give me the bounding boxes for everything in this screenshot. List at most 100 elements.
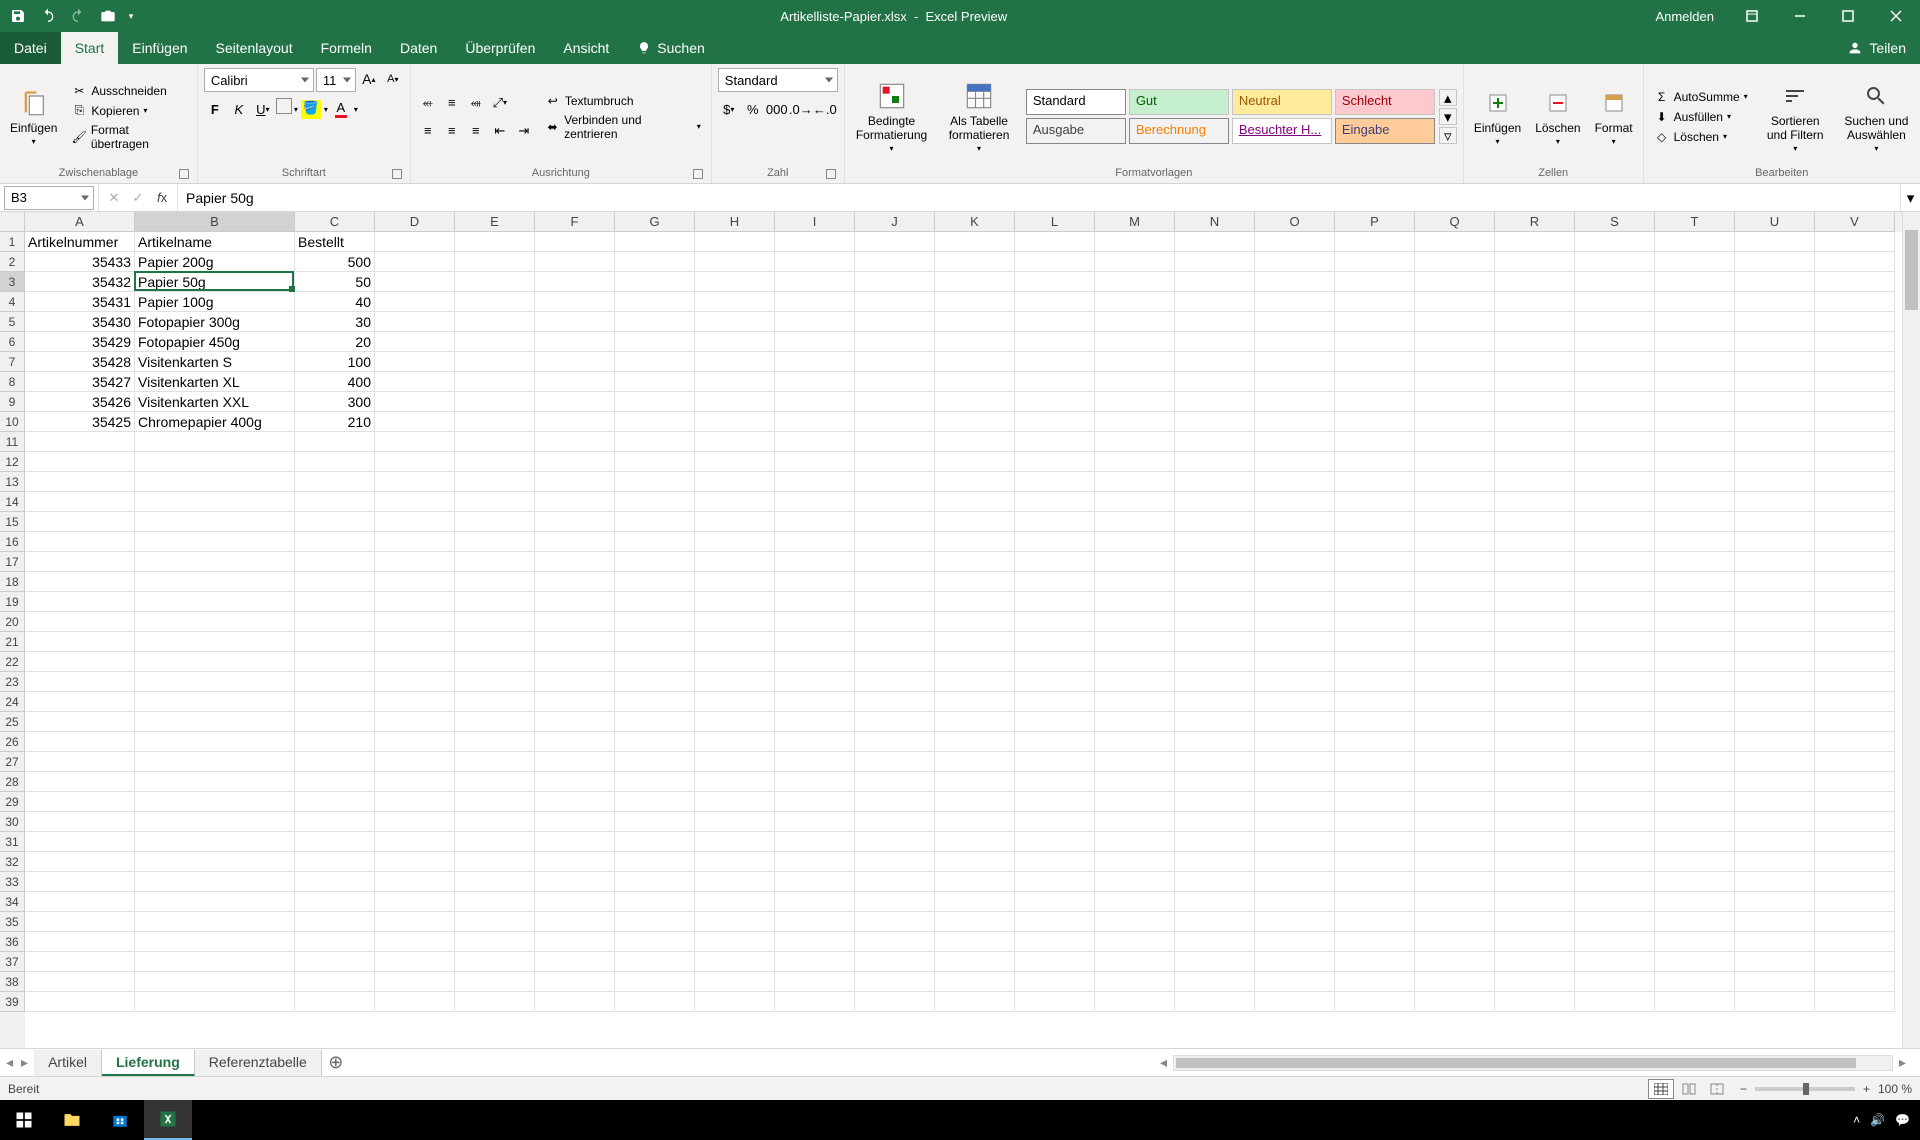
col-header-U[interactable]: U [1735, 212, 1815, 232]
cell-J35[interactable] [855, 912, 935, 932]
cell-R22[interactable] [1495, 652, 1575, 672]
cell-N30[interactable] [1175, 812, 1255, 832]
cell-S16[interactable] [1575, 532, 1655, 552]
cell-U13[interactable] [1735, 472, 1815, 492]
row-header-14[interactable]: 14 [0, 492, 25, 512]
cell-S5[interactable] [1575, 312, 1655, 332]
cell-J39[interactable] [855, 992, 935, 1012]
cell-M22[interactable] [1095, 652, 1175, 672]
cell-T29[interactable] [1655, 792, 1735, 812]
taskbar-store[interactable] [96, 1100, 144, 1140]
cell-T4[interactable] [1655, 292, 1735, 312]
cell-G3[interactable] [615, 272, 695, 292]
cell-L13[interactable] [1015, 472, 1095, 492]
cell-C19[interactable] [295, 592, 375, 612]
row-header-35[interactable]: 35 [0, 912, 25, 932]
cell-F11[interactable] [535, 432, 615, 452]
cell-G27[interactable] [615, 752, 695, 772]
cell-F22[interactable] [535, 652, 615, 672]
cell-J19[interactable] [855, 592, 935, 612]
cell-R7[interactable] [1495, 352, 1575, 372]
cell-R24[interactable] [1495, 692, 1575, 712]
cell-H9[interactable] [695, 392, 775, 412]
cell-P39[interactable] [1335, 992, 1415, 1012]
cell-T35[interactable] [1655, 912, 1735, 932]
cell-J32[interactable] [855, 852, 935, 872]
cell-O8[interactable] [1255, 372, 1335, 392]
minimize-button[interactable] [1780, 0, 1820, 32]
cell-Q2[interactable] [1415, 252, 1495, 272]
cell-V16[interactable] [1815, 532, 1895, 552]
cell-F13[interactable] [535, 472, 615, 492]
delete-cells-button[interactable]: Löschen▾ [1531, 85, 1584, 148]
cell-A36[interactable] [25, 932, 135, 952]
cell-D26[interactable] [375, 732, 455, 752]
row-header-16[interactable]: 16 [0, 532, 25, 552]
cell-B21[interactable] [135, 632, 295, 652]
cell-C10[interactable]: 210 [295, 412, 375, 432]
cell-M30[interactable] [1095, 812, 1175, 832]
cell-E21[interactable] [455, 632, 535, 652]
cell-M23[interactable] [1095, 672, 1175, 692]
cell-I2[interactable] [775, 252, 855, 272]
cell-E18[interactable] [455, 572, 535, 592]
cell-L11[interactable] [1015, 432, 1095, 452]
cell-A31[interactable] [25, 832, 135, 852]
tell-me-search[interactable]: Suchen [623, 32, 718, 64]
cell-H37[interactable] [695, 952, 775, 972]
cell-E25[interactable] [455, 712, 535, 732]
cell-V31[interactable] [1815, 832, 1895, 852]
cell-style-berechnung[interactable]: Berechnung [1129, 118, 1229, 144]
cell-S4[interactable] [1575, 292, 1655, 312]
cell-B35[interactable] [135, 912, 295, 932]
cell-F14[interactable] [535, 492, 615, 512]
taskbar-excel[interactable] [144, 1100, 192, 1140]
cell-D7[interactable] [375, 352, 455, 372]
cell-E35[interactable] [455, 912, 535, 932]
cell-K36[interactable] [935, 932, 1015, 952]
cell-D32[interactable] [375, 852, 455, 872]
cell-L4[interactable] [1015, 292, 1095, 312]
cell-H24[interactable] [695, 692, 775, 712]
cell-I17[interactable] [775, 552, 855, 572]
cell-Q9[interactable] [1415, 392, 1495, 412]
cell-P29[interactable] [1335, 792, 1415, 812]
cell-S9[interactable] [1575, 392, 1655, 412]
cell-K11[interactable] [935, 432, 1015, 452]
cell-M20[interactable] [1095, 612, 1175, 632]
row-header-37[interactable]: 37 [0, 952, 25, 972]
cell-S30[interactable] [1575, 812, 1655, 832]
cell-R32[interactable] [1495, 852, 1575, 872]
cell-G20[interactable] [615, 612, 695, 632]
cell-K9[interactable] [935, 392, 1015, 412]
cell-U27[interactable] [1735, 752, 1815, 772]
cell-E11[interactable] [455, 432, 535, 452]
cell-V33[interactable] [1815, 872, 1895, 892]
cell-S6[interactable] [1575, 332, 1655, 352]
cell-G6[interactable] [615, 332, 695, 352]
col-header-S[interactable]: S [1575, 212, 1655, 232]
cell-K25[interactable] [935, 712, 1015, 732]
cell-T13[interactable] [1655, 472, 1735, 492]
cells-area[interactable]: ArtikelnummerArtikelnameBestellt35433Pap… [25, 232, 1902, 1048]
cell-E31[interactable] [455, 832, 535, 852]
cell-O26[interactable] [1255, 732, 1335, 752]
cell-R26[interactable] [1495, 732, 1575, 752]
cell-S23[interactable] [1575, 672, 1655, 692]
cell-D3[interactable] [375, 272, 455, 292]
cell-P2[interactable] [1335, 252, 1415, 272]
cell-T17[interactable] [1655, 552, 1735, 572]
cut-button[interactable]: ✂Ausschneiden [67, 82, 190, 100]
sheet-tab-artikel[interactable]: Artikel [34, 1050, 102, 1076]
italic-button[interactable]: K [228, 98, 250, 120]
cell-O16[interactable] [1255, 532, 1335, 552]
cell-A38[interactable] [25, 972, 135, 992]
cell-L15[interactable] [1015, 512, 1095, 532]
cell-I9[interactable] [775, 392, 855, 412]
cell-R18[interactable] [1495, 572, 1575, 592]
cell-R16[interactable] [1495, 532, 1575, 552]
cell-C26[interactable] [295, 732, 375, 752]
cell-Q17[interactable] [1415, 552, 1495, 572]
cell-B16[interactable] [135, 532, 295, 552]
cell-T11[interactable] [1655, 432, 1735, 452]
